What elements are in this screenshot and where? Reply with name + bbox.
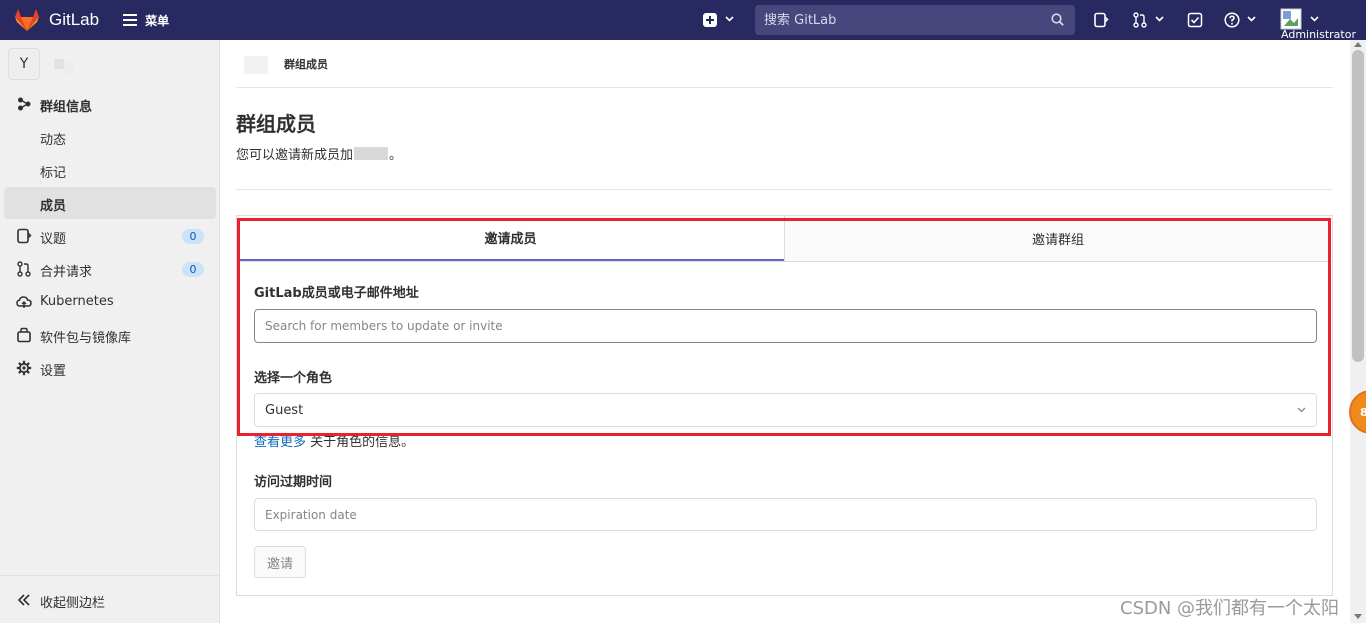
package-icon — [17, 327, 31, 343]
member-search-field[interactable] — [254, 309, 1317, 343]
group-info-icon — [18, 97, 31, 111]
sidebar-item-packages[interactable]: 软件包与镜像库 — [4, 319, 216, 351]
search-box[interactable] — [755, 5, 1075, 35]
sidebar-item-label: 合并请求 — [40, 265, 93, 280]
search-icon[interactable] — [1051, 13, 1064, 26]
invite-tabs: 邀请成员 邀请群组 — [237, 216, 1332, 262]
sidebar-item-labels[interactable]: 标记 — [4, 154, 216, 186]
help-icon[interactable] — [1224, 12, 1240, 28]
sidebar-item-group-info[interactable]: 群组信息 — [4, 88, 216, 120]
invite-button[interactable]: 邀请 — [254, 546, 306, 578]
sidebar-item-label: 动态 — [40, 133, 67, 148]
redacted-group-name — [54, 59, 64, 69]
scroll-thumb[interactable] — [1352, 50, 1364, 362]
issues-count-badge: 0 — [182, 229, 204, 244]
sidebar-item-label: 软件包与镜像库 — [40, 331, 132, 346]
search-input[interactable] — [755, 5, 1075, 35]
role-field-label: 选择一个角色 — [254, 371, 333, 386]
tab-invite-groups[interactable]: 邀请群组 — [784, 216, 1331, 261]
collapse-sidebar-button[interactable]: 收起侧边栏 — [0, 575, 220, 623]
subtitle-suffix: 。 — [389, 148, 403, 163]
group-header[interactable]: Y — [8, 48, 74, 80]
merge-request-nav-icon[interactable] — [1132, 12, 1148, 28]
expiry-date-input[interactable] — [255, 499, 1316, 530]
member-search-input[interactable] — [255, 310, 1316, 342]
sidebar-item-label: 议题 — [40, 232, 67, 247]
group-avatar[interactable]: Y — [8, 48, 40, 80]
sidebar-item-kubernetes[interactable]: Kubernetes — [4, 286, 216, 318]
breadcrumb: 群组成员 — [236, 40, 1333, 88]
helper-text: 关于角色的信息。 — [306, 435, 415, 450]
chevron-down-icon[interactable] — [1247, 16, 1256, 22]
role-select-value: Guest — [265, 403, 304, 418]
role-helper-text: 查看更多 关于角色的信息。 — [254, 431, 414, 450]
todo-icon[interactable] — [1187, 12, 1203, 28]
sidebar-item-label: 设置 — [40, 364, 67, 379]
navbar-right: Administrator — [0, 0, 1366, 41]
invite-card: 邀请成员 邀请群组 GitLab成员或电子邮件地址 选择一个角色 Guest 查… — [236, 215, 1333, 596]
sidebar-item-settings[interactable]: 设置 — [4, 352, 216, 384]
collapse-label: 收起侧边栏 — [40, 596, 106, 611]
sidebar: Y 群组信息 动态 标记 成员 议题 0 合并请求 0 Kubernetes 软… — [0, 40, 220, 623]
subtitle-prefix: 您可以邀请新成员加 — [236, 148, 354, 163]
sidebar-item-issues[interactable]: 议题 0 — [4, 220, 216, 252]
role-select[interactable]: Guest — [254, 393, 1317, 427]
issues-icon — [17, 228, 32, 244]
issues-nav-icon[interactable] — [1093, 12, 1109, 28]
breadcrumb-current[interactable]: 群组成员 — [284, 56, 328, 72]
redacted-group-name — [354, 147, 389, 160]
chevron-down-icon — [1297, 407, 1306, 413]
sidebar-item-members[interactable]: 成员 — [4, 187, 216, 219]
redacted-group-avatar[interactable] — [244, 56, 268, 74]
sidebar-item-label: 标记 — [40, 166, 67, 181]
member-field-label: GitLab成员或电子邮件地址 — [254, 286, 419, 301]
sidebar-item-label: Kubernetes — [40, 294, 114, 309]
redacted-group-name — [64, 63, 74, 73]
merge-request-icon — [17, 261, 31, 277]
merge-requests-count-badge: 0 — [182, 262, 204, 277]
chevron-down-icon[interactable] — [725, 16, 734, 22]
page-title: 群组成员 — [236, 112, 316, 136]
page-subtitle: 您可以邀请新成员加 。 — [236, 144, 402, 163]
sidebar-item-merge-requests[interactable]: 合并请求 0 — [4, 253, 216, 285]
scroll-down-arrow-icon[interactable] — [1354, 614, 1362, 620]
divider — [236, 189, 1333, 190]
page-scrollbar[interactable] — [1350, 40, 1366, 623]
see-more-link[interactable]: 查看更多 — [254, 435, 306, 450]
sidebar-item-label: 成员 — [40, 199, 67, 214]
watermark: CSDN @我们都有一个太阳 — [1120, 598, 1340, 619]
expiry-date-field[interactable] — [254, 498, 1317, 531]
sidebar-item-activity[interactable]: 动态 — [4, 121, 216, 153]
settings-icon — [16, 360, 32, 376]
sidebar-item-label: 群组信息 — [40, 100, 93, 115]
expiry-field-label: 访问过期时间 — [254, 475, 333, 490]
chevron-down-icon[interactable] — [1155, 16, 1164, 22]
new-item-icon[interactable] — [702, 12, 718, 28]
user-avatar[interactable] — [1280, 8, 1302, 30]
kubernetes-icon — [16, 296, 32, 308]
double-chevron-left-icon — [17, 594, 30, 606]
tab-invite-members[interactable]: 邀请成员 — [237, 216, 784, 261]
main-content: 群组成员 群组成员 您可以邀请新成员加 。 邀请成员 邀请群组 GitLab成员… — [220, 40, 1350, 623]
chevron-down-icon[interactable] — [1310, 16, 1319, 22]
scroll-up-arrow-icon[interactable] — [1354, 41, 1362, 47]
